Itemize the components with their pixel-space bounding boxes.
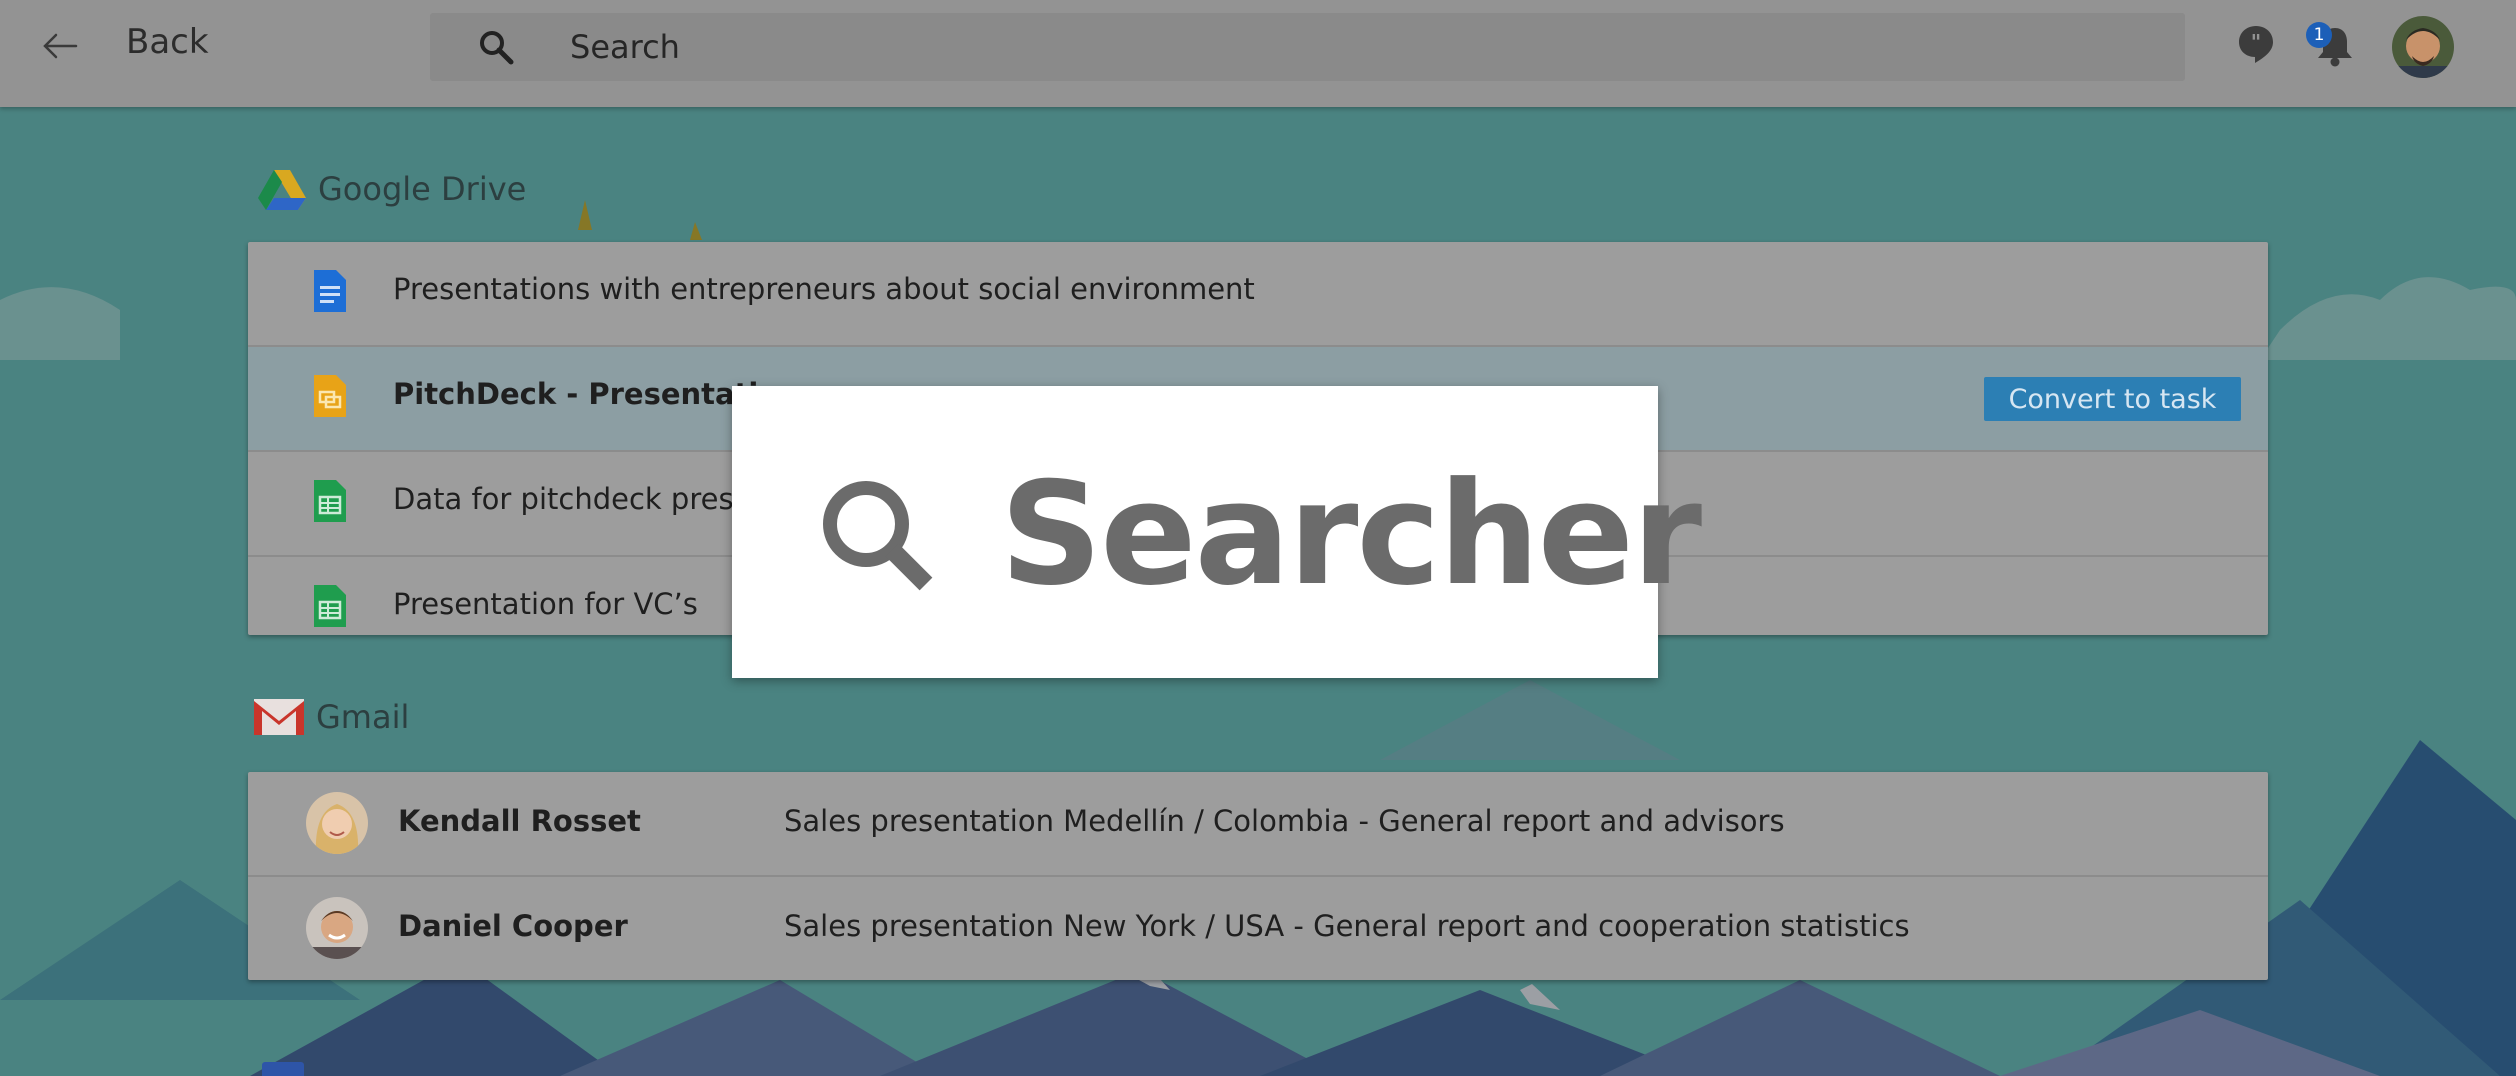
file-title[interactable]: Data for pitchdeck presen bbox=[393, 482, 770, 516]
mail-row[interactable]: Daniel Cooper Sales presentation New Yor… bbox=[248, 877, 2268, 980]
next-section-icon bbox=[262, 1062, 304, 1076]
convert-to-task-button[interactable]: Convert to task bbox=[1984, 377, 2241, 421]
drive-file-row[interactable]: Presentations with entrepreneurs about s… bbox=[248, 242, 2268, 347]
back-button[interactable]: Back bbox=[126, 22, 209, 62]
doc-icon bbox=[314, 270, 346, 312]
file-title[interactable]: Presentations with entrepreneurs about s… bbox=[393, 272, 1255, 306]
mail-row[interactable]: Kendall Rosset Sales presentation Medell… bbox=[248, 772, 2268, 877]
search-icon bbox=[480, 31, 514, 65]
gmail-results-card: Kendall Rosset Sales presentation Medell… bbox=[248, 772, 2268, 980]
mail-subject: Sales presentation New York / USA - Gene… bbox=[784, 909, 1910, 943]
chat-icon[interactable]: " bbox=[2237, 24, 2275, 64]
sheet-icon bbox=[314, 585, 346, 627]
avatar[interactable] bbox=[2392, 16, 2454, 78]
top-bar: Back " 1 bbox=[0, 0, 2516, 107]
mail-sender: Kendall Rosset bbox=[398, 804, 641, 838]
search-bar[interactable] bbox=[430, 13, 2185, 81]
search-input[interactable] bbox=[570, 21, 2130, 73]
arrow-left-icon[interactable] bbox=[40, 26, 80, 66]
mail-sender: Daniel Cooper bbox=[398, 909, 628, 943]
slides-icon bbox=[314, 375, 346, 417]
avatar bbox=[306, 792, 368, 854]
drive-section-label: Google Drive bbox=[318, 170, 527, 208]
sheet-icon bbox=[314, 480, 346, 522]
mail-subject: Sales presentation Medellín / Colombia -… bbox=[784, 804, 1785, 838]
notification-badge: 1 bbox=[2306, 22, 2332, 48]
file-title[interactable]: Presentation for VC’s bbox=[393, 587, 698, 621]
gmail-section-label: Gmail bbox=[316, 698, 410, 736]
gmail-section-header: Gmail bbox=[254, 698, 409, 736]
svg-text:": " bbox=[2251, 30, 2261, 54]
drive-section-header: Google Drive bbox=[258, 168, 526, 210]
search-icon bbox=[823, 481, 933, 591]
google-drive-icon bbox=[258, 170, 306, 210]
avatar bbox=[306, 897, 368, 959]
searcher-title: Searcher bbox=[1000, 452, 1702, 617]
gmail-icon bbox=[254, 699, 304, 735]
searcher-overlay: Searcher bbox=[732, 386, 1702, 678]
